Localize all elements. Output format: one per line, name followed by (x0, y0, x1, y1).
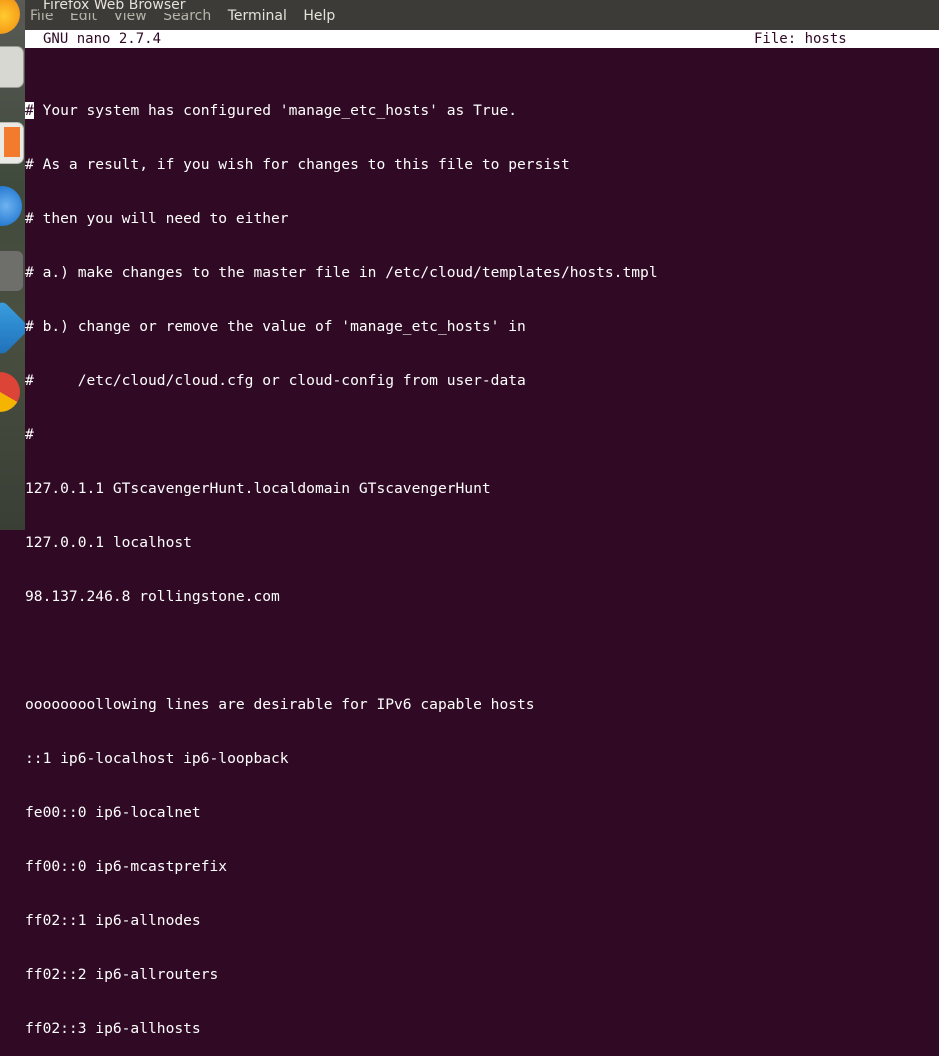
editor-line: # a.) make changes to the master file in… (25, 264, 658, 281)
editor-line: ::1 ip6-localhost ip6-loopback (25, 750, 289, 767)
menu-bar: File Edit View Search Terminal Help Fire… (25, 0, 939, 30)
text-cursor: # (25, 102, 34, 119)
editor-line: ff02::2 ip6-allrouters (25, 966, 219, 983)
libreoffice-icon[interactable] (0, 122, 24, 164)
chrome-icon[interactable] (0, 372, 20, 412)
window-title: Firefox Web Browser (39, 0, 190, 13)
software-center-icon[interactable] (0, 186, 22, 226)
editor-line: # (25, 426, 34, 443)
editor-buffer[interactable]: # Your system has configured 'manage_etc… (25, 66, 939, 1056)
launcher (0, 0, 25, 530)
editor-line: # b.) change or remove the value of 'man… (25, 318, 526, 335)
editor-line: ff00::0 ip6-mcastprefix (25, 858, 228, 875)
nano-titlebar: GNU nano 2.7.4 File: hosts (25, 30, 939, 48)
editor-line: 98.137.246.8 rollingstone.com (25, 588, 280, 605)
editor-line: 127.0.0.1 localhost (25, 534, 192, 551)
menu-help[interactable]: Help (303, 8, 335, 24)
files-icon[interactable] (0, 46, 24, 88)
menu-terminal[interactable]: Terminal (228, 8, 287, 24)
firefox-icon[interactable] (0, 0, 20, 34)
nano-file-name: File: hosts (754, 31, 847, 47)
editor-line: # As a result, if you wish for changes t… (25, 156, 570, 173)
editor-line: 127.0.1.1 GTscavengerHunt.localdomain GT… (25, 480, 491, 497)
settings-icon[interactable] (0, 250, 24, 292)
editor-line: ff02::3 ip6-allhosts (25, 1020, 201, 1037)
virtualbox-icon[interactable] (0, 299, 25, 357)
editor-line: ff02::1 ip6-allnodes (25, 912, 201, 929)
editor-line: # Your system has configured 'manage_etc… (25, 102, 518, 119)
editor-line: # then you will need to either (25, 210, 289, 227)
editor-line: oooooooollowing lines are desirable for … (25, 696, 535, 713)
editor-line: fe00::0 ip6-localnet (25, 804, 201, 821)
nano-version: GNU nano 2.7.4 (43, 31, 162, 47)
editor-line: # /etc/cloud/cloud.cfg or cloud-config f… (25, 372, 526, 389)
